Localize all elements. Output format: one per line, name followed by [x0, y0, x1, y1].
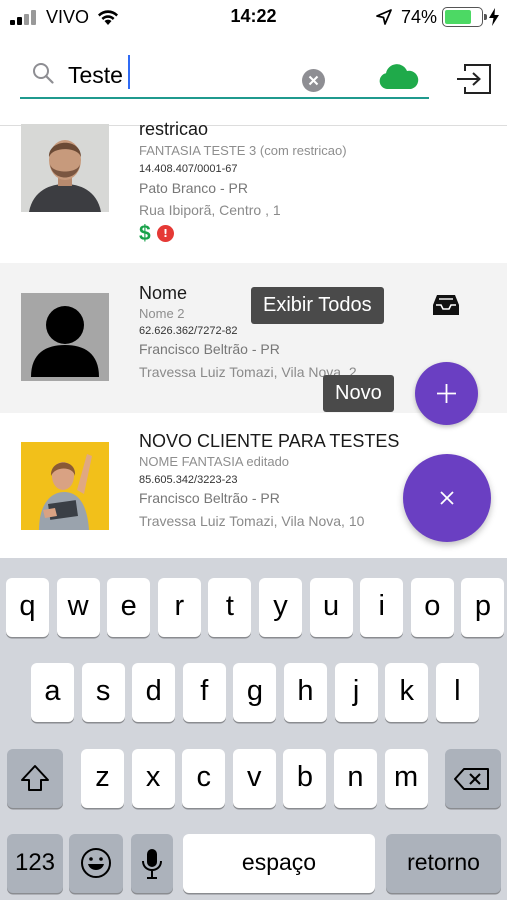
emoji-icon: [81, 848, 111, 878]
location-arrow-icon: [376, 9, 392, 25]
key-t[interactable]: t: [208, 578, 252, 637]
backspace-key[interactable]: [445, 749, 501, 808]
client-document: 62.626.362/7272-82: [139, 325, 238, 337]
on-screen-keyboard: qwertyuiop asdfghjkl zxcvbnm 123 espaço …: [0, 558, 507, 900]
battery-icon: [442, 7, 487, 27]
key-h[interactable]: h: [284, 663, 327, 722]
client-photo: [21, 124, 109, 212]
key-i[interactable]: i: [360, 578, 404, 637]
client-row[interactable]: restricao FANTASIA TESTE 3 (com restrica…: [0, 119, 507, 262]
key-p[interactable]: p: [461, 578, 505, 637]
client-city: Francisco Beltrão - PR: [139, 341, 280, 357]
new-label[interactable]: Novo: [323, 375, 394, 412]
return-key[interactable]: retorno: [386, 834, 501, 893]
client-photo: [21, 442, 109, 530]
battery-percent: 74%: [401, 7, 438, 27]
key-r[interactable]: r: [157, 578, 201, 637]
battery-level-fill: [445, 10, 471, 24]
key-g[interactable]: g: [233, 663, 277, 722]
client-name: restricao: [139, 119, 209, 139]
key-w[interactable]: w: [56, 578, 100, 637]
client-name: NOVO CLIENTE PARA TESTES: [139, 431, 400, 451]
key-v[interactable]: v: [232, 749, 276, 808]
text-caret: [128, 55, 130, 89]
client-fantasy-name: NOME FANTASIA editado: [139, 454, 290, 469]
alert-icon: !: [157, 225, 174, 242]
key-b[interactable]: b: [283, 749, 327, 808]
key-n[interactable]: n: [334, 749, 377, 808]
exit-icon[interactable]: [455, 62, 493, 96]
dollar-icon: $: [139, 222, 151, 245]
key-e[interactable]: e: [107, 578, 151, 637]
space-key[interactable]: espaço: [183, 834, 375, 893]
client-fantasy-name: Nome 2: [139, 306, 185, 321]
microphone-key[interactable]: [131, 834, 173, 893]
clear-icon[interactable]: [302, 69, 325, 92]
key-d[interactable]: d: [132, 663, 176, 722]
key-y[interactable]: y: [259, 578, 302, 637]
key-s[interactable]: s: [81, 663, 125, 722]
search-input[interactable]: [68, 58, 298, 92]
status-bar: VIVO 14:22 74%: [0, 0, 507, 36]
key-a[interactable]: a: [31, 663, 74, 722]
client-document: 85.605.342/3223-23: [139, 474, 238, 486]
client-name: Nome: [139, 283, 188, 303]
shift-icon: [21, 765, 49, 791]
client-address: Travessa Luiz Tomazi, Vila Nova, 10: [139, 513, 365, 529]
client-fantasy-name: FANTASIA TESTE 3 (com restricao): [139, 143, 347, 158]
show-all-label[interactable]: Exibir Todos: [251, 287, 384, 324]
key-l[interactable]: l: [435, 663, 479, 722]
microphone-icon: [142, 849, 162, 879]
inbox-icon[interactable]: [432, 294, 460, 316]
key-u[interactable]: u: [309, 578, 353, 637]
search-underline: [20, 97, 429, 99]
plus-icon: [437, 384, 456, 403]
charging-bolt-icon: [489, 8, 499, 26]
key-x[interactable]: x: [131, 749, 175, 808]
cloud-sync-icon[interactable]: [378, 64, 420, 90]
new-client-button[interactable]: [415, 362, 478, 425]
key-c[interactable]: c: [182, 749, 226, 808]
client-photo-placeholder: [21, 293, 109, 381]
shift-key[interactable]: [7, 749, 63, 808]
numbers-key[interactable]: 123: [7, 834, 63, 893]
key-z[interactable]: z: [81, 749, 124, 808]
backspace-icon: [454, 768, 489, 790]
client-document: 14.408.407/0001-67: [139, 163, 238, 175]
fab-close-button[interactable]: [403, 454, 491, 542]
client-city: Francisco Beltrão - PR: [139, 490, 280, 506]
key-j[interactable]: j: [334, 663, 378, 722]
key-q[interactable]: q: [6, 578, 49, 637]
app-screen: VIVO 14:22 74% Teste restricao FANTASIA …: [0, 0, 507, 900]
key-m[interactable]: m: [384, 749, 428, 808]
client-city: Pato Branco - PR: [139, 180, 248, 196]
search-icon: [33, 63, 54, 84]
close-icon: [440, 491, 454, 505]
emoji-key[interactable]: [69, 834, 123, 893]
client-address: Rua Ibiporã, Centro , 1: [139, 202, 281, 218]
search-header: [0, 36, 507, 126]
key-k[interactable]: k: [385, 663, 429, 722]
key-o[interactable]: o: [410, 578, 454, 637]
key-f[interactable]: f: [182, 663, 226, 722]
